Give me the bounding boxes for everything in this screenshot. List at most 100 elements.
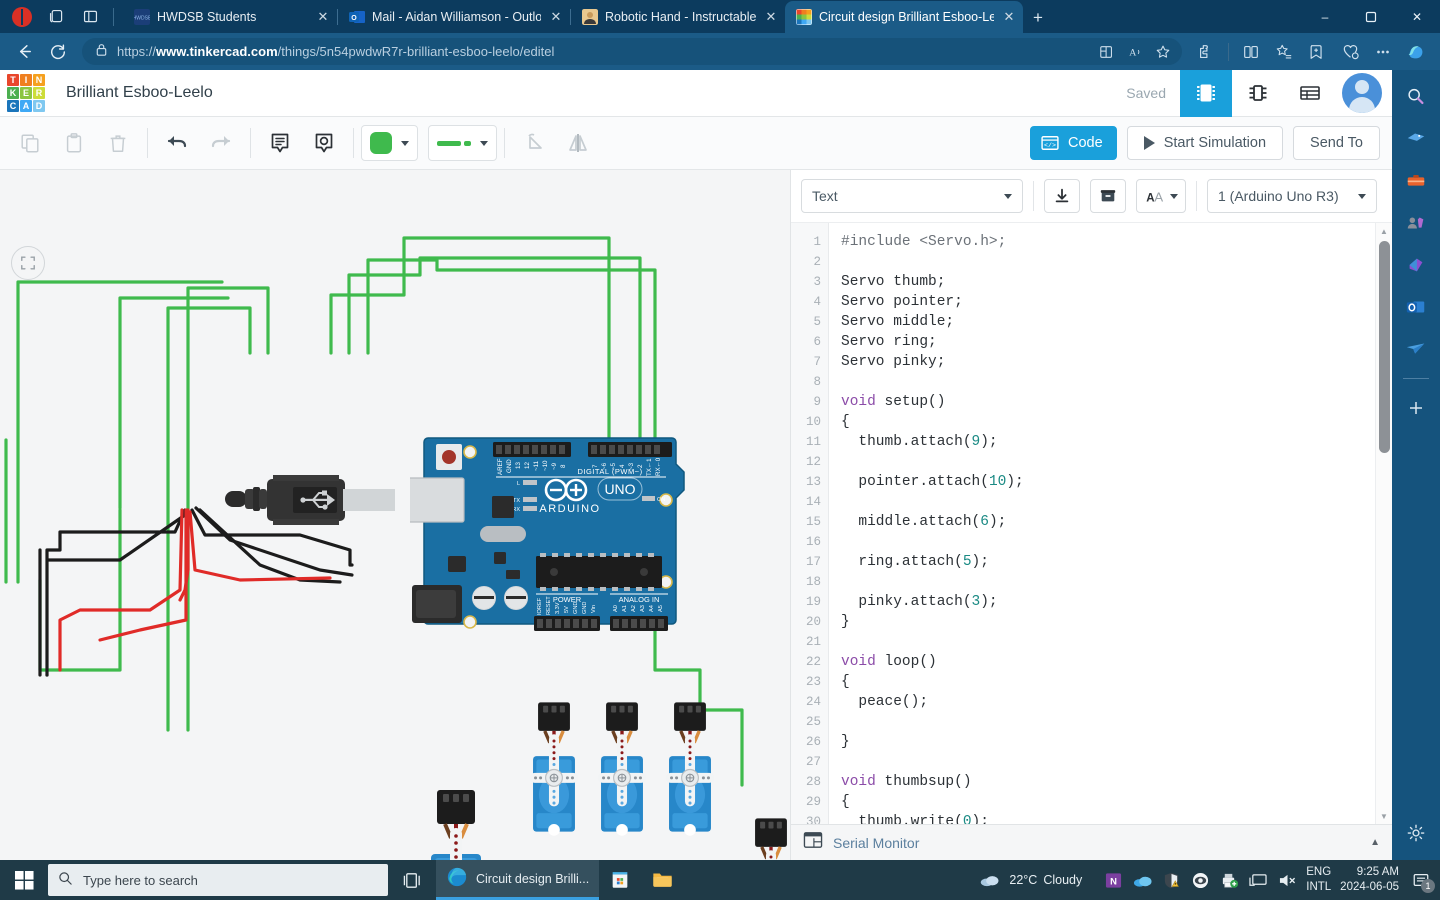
- favorite-star-icon[interactable]: [1150, 40, 1176, 64]
- fit-to-view-icon[interactable]: [11, 246, 45, 280]
- browser-tab-hwdsb[interactable]: HWDSB HWDSB Students ✕: [123, 1, 337, 33]
- refresh-icon[interactable]: [42, 37, 74, 67]
- tinkercad-logo[interactable]: TIN KER CAD: [4, 71, 48, 115]
- code-editor[interactable]: 1 2 3 4 5 6 7 8 9 10 11 12 13 14 15 16 17 18 19 20 21 22 23 24 2…: [791, 223, 1392, 824]
- annotation-icon[interactable]: [302, 123, 346, 163]
- paste-button[interactable]: [52, 123, 96, 163]
- onenote-icon[interactable]: N: [1103, 870, 1123, 890]
- minimize-button[interactable]: –: [1302, 0, 1348, 33]
- add-icon[interactable]: [1399, 391, 1433, 425]
- list-view-button[interactable]: [1284, 70, 1336, 117]
- avatar[interactable]: [1342, 73, 1382, 113]
- tab-groups-icon[interactable]: [40, 2, 72, 32]
- close-icon[interactable]: ✕: [763, 9, 779, 25]
- send-icon[interactable]: [1399, 332, 1433, 366]
- scroll-up-icon[interactable]: ▲: [1376, 223, 1392, 239]
- extensions-icon[interactable]: [1190, 37, 1222, 67]
- circuit-canvas[interactable]: AREF GND 13 12 ~11 ~10 ~9 8 7 ~6 ~5 4 ~3…: [0, 170, 790, 860]
- notification-icon[interactable]: 1: [1408, 860, 1435, 900]
- windows-start-icon[interactable]: [0, 860, 48, 900]
- note-icon[interactable]: [258, 123, 302, 163]
- tools-icon[interactable]: [1399, 164, 1433, 198]
- read-aloud-icon[interactable]: A: [1122, 40, 1148, 64]
- collections-icon[interactable]: [1268, 37, 1300, 67]
- browser-tab-outlook[interactable]: O Mail - Aidan Williamson - Outloo ✕: [338, 1, 570, 33]
- browser-essentials-icon[interactable]: [1334, 37, 1366, 67]
- browser-tab-tinkercad[interactable]: Circuit design Brilliant Esboo-Lee ✕: [785, 1, 1023, 33]
- servo-pointer[interactable]: [528, 682, 580, 852]
- library-icon[interactable]: [1090, 179, 1126, 213]
- instructables-icon: [582, 9, 598, 25]
- code-mode-select[interactable]: Text: [801, 179, 1023, 213]
- copy-button[interactable]: [8, 123, 52, 163]
- code-button[interactable]: </> Code: [1030, 126, 1117, 160]
- undo-arrow-icon[interactable]: [155, 123, 199, 163]
- task-view-icon[interactable]: [388, 860, 436, 900]
- maximize-button[interactable]: [1348, 0, 1394, 33]
- mirror-icon[interactable]: [556, 123, 600, 163]
- add-favorite-icon[interactable]: [1301, 37, 1333, 67]
- wire-style-picker[interactable]: [428, 125, 497, 161]
- circuit-view-button[interactable]: [1232, 70, 1284, 117]
- search-icon[interactable]: [1399, 80, 1433, 114]
- language-indicator[interactable]: ENG INTL: [1306, 865, 1331, 895]
- split-screen-icon[interactable]: [1094, 40, 1120, 64]
- redo-arrow-icon[interactable]: [199, 123, 243, 163]
- address-bar[interactable]: https://www.tinkercad.com/things/5n54pwd…: [82, 38, 1182, 65]
- copilot-icon[interactable]: [1400, 37, 1432, 67]
- scrollbar-thumb[interactable]: [1379, 241, 1390, 453]
- chevron-up-icon[interactable]: ▲: [1370, 837, 1380, 848]
- split-window-icon[interactable]: [1235, 37, 1267, 67]
- display-icon[interactable]: [1248, 870, 1268, 890]
- trash-icon[interactable]: [96, 123, 140, 163]
- arduino-uno-board[interactable]: AREF GND 13 12 ~11 ~10 ~9 8 7 ~6 ~5 4 ~3…: [410, 430, 690, 640]
- office-icon[interactable]: [1399, 248, 1433, 282]
- close-icon[interactable]: ✕: [548, 9, 564, 25]
- font-size-icon[interactable]: AA: [1136, 179, 1186, 213]
- shopping-icon[interactable]: [1399, 122, 1433, 156]
- servo-thumb[interactable]: [425, 782, 487, 860]
- line-number: 14: [805, 495, 821, 509]
- code-text[interactable]: #include <Servo.h>; Servo thumb; Servo po…: [829, 223, 1392, 824]
- line-number: 1: [813, 235, 821, 249]
- start-simulation-button[interactable]: Start Simulation: [1126, 126, 1284, 160]
- taskbar-app-store[interactable]: [599, 860, 641, 900]
- taskbar-app-edge[interactable]: Circuit design Brilli...: [436, 860, 600, 900]
- browser-tab-instructables[interactable]: Robotic Hand - Instructables ✕: [571, 1, 785, 33]
- printer-icon[interactable]: [1219, 870, 1239, 890]
- logo-tile-d: D: [33, 100, 45, 112]
- svg-text:A5: A5: [658, 605, 664, 612]
- vertical-tabs-icon[interactable]: [74, 2, 106, 32]
- scroll-down-icon[interactable]: ▼: [1376, 808, 1392, 824]
- close-icon[interactable]: ✕: [1001, 9, 1017, 25]
- download-icon[interactable]: [1044, 179, 1080, 213]
- serial-monitor-bar[interactable]: Serial Monitor ▲: [791, 824, 1392, 860]
- search-input[interactable]: Type here to search: [48, 864, 388, 896]
- servo-pinky[interactable]: [745, 798, 790, 860]
- taskbar-app-explorer[interactable]: [641, 860, 684, 900]
- close-icon[interactable]: ✕: [315, 9, 331, 25]
- onedrive-icon[interactable]: [1132, 870, 1152, 890]
- eye-icon[interactable]: [1190, 870, 1210, 890]
- cloudy-icon[interactable]: [980, 870, 1000, 890]
- games-icon[interactable]: [1399, 206, 1433, 240]
- volume-muted-icon[interactable]: [1277, 870, 1297, 890]
- servo-middle[interactable]: [596, 682, 648, 852]
- rotate-icon[interactable]: [512, 123, 556, 163]
- more-settings-icon[interactable]: [1367, 37, 1399, 67]
- servo-ring[interactable]: [664, 682, 716, 852]
- code-scrollbar[interactable]: ▲ ▼: [1375, 223, 1392, 824]
- send-to-button[interactable]: Send To: [1293, 126, 1380, 160]
- close-window-button[interactable]: ✕: [1394, 0, 1440, 33]
- back-icon[interactable]: [8, 37, 40, 67]
- lock-icon: [94, 42, 109, 62]
- new-tab-button[interactable]: +: [1023, 3, 1053, 33]
- gear-icon[interactable]: [1399, 816, 1433, 850]
- wire-color-picker[interactable]: [361, 125, 418, 161]
- clock[interactable]: 9:25 AM 2024-06-05: [1340, 865, 1399, 895]
- outlook-icon[interactable]: [1399, 290, 1433, 324]
- canada-leaf-icon[interactable]: [6, 2, 38, 32]
- security-warning-icon[interactable]: [1161, 870, 1181, 890]
- board-select[interactable]: 1 (Arduino Uno R3): [1207, 179, 1377, 213]
- components-view-button[interactable]: [1180, 70, 1232, 117]
